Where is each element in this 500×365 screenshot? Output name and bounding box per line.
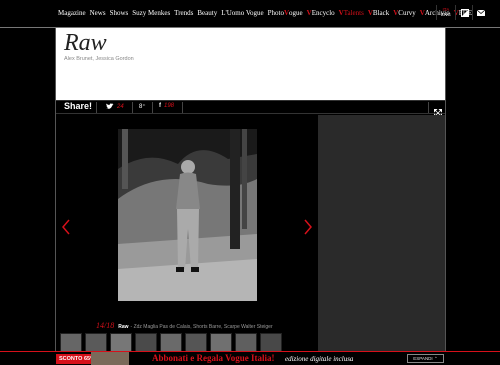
nav-divider [472,5,473,20]
share-divider [132,102,133,113]
chevron-up-icon: ⌃ [433,356,438,361]
next-arrow-icon[interactable] [304,219,312,235]
gallery-panel: Raw Alex Brunet, Jessica Gordon Share! 2… [55,28,446,365]
gallery-photo[interactable] [118,129,257,301]
title-box: Raw Alex Brunet, Jessica Gordon [56,28,445,100]
gplus-share-button[interactable]: 8⁺ [139,103,146,110]
facebook-count: 198 [164,103,175,109]
nav-item-news[interactable]: News [90,9,106,17]
share-divider [182,102,183,113]
nav-divider [455,5,456,20]
nav-menu: Magazine News Shows Suzy Menkes Trends B… [58,9,472,17]
nav-item-vblack[interactable]: VBlack [368,9,389,17]
contrast-icon[interactable] [461,9,469,17]
share-divider [428,102,429,113]
promo-subtext: edizione digitale inclusa [285,355,354,363]
facebook-share-button[interactable]: f 198 [159,103,174,109]
fullscreen-icon[interactable] [433,104,443,118]
nav-item-vencyclo[interactable]: VEncyclo [307,9,335,17]
facebook-icon: f [159,103,161,109]
image-viewer: 14/18 Raw - Zdz Maglia Pas de Calais, Shor… [56,115,318,361]
nav-item-beauty[interactable]: Beauty [197,9,217,17]
share-label: Share! [64,101,93,111]
twitter-icon [106,103,114,109]
expand-button-label: ESPANDI [413,356,433,361]
nav-divider [436,5,437,20]
nav-item-vtalents[interactable]: VTalents [339,9,364,17]
gplus-icon: 8⁺ [139,104,146,110]
expand-banner-button[interactable]: ESPANDI ⌃ [407,354,444,363]
nav-item-magazine[interactable]: Magazine [58,9,86,17]
nav-item-vcurvy[interactable]: VCurvy [393,9,416,17]
ad-sidebar [318,115,445,361]
page-title: Raw [64,30,107,56]
nav-item-luomo-vogue[interactable]: L'Uomo Vogue [221,9,263,17]
photo-counter: 14/18 [96,321,115,330]
photo-caption: 14/18 Raw - Zdz Maglia Pas de Calais, Shor… [96,321,273,330]
mail-icon[interactable] [477,9,485,17]
prev-arrow-icon[interactable] [62,219,70,235]
share-divider [152,102,153,113]
nav-item-photovogue[interactable]: PhotoVogue [268,9,303,17]
subscription-banner[interactable]: SCONTO 65% Abbonati e Regala Vogue Itali… [0,351,500,365]
language-switcher[interactable]: ITA ENG [441,7,451,17]
nav-item-trends[interactable]: Trends [174,9,193,17]
twitter-share-button[interactable]: 24 [106,103,124,110]
nav-item-shows[interactable]: Shows [110,9,129,17]
magazine-cover-image [91,352,129,365]
caption-title: Raw [118,324,129,330]
caption-text: - Zdz Maglia Pas de Calais, Shorts Barre… [130,324,273,330]
promo-headline[interactable]: Abbonati e Regala Vogue Italia! [152,353,275,363]
nav-item-suzy-menkes[interactable]: Suzy Menkes [132,9,170,17]
share-divider [96,102,97,113]
twitter-count: 24 [117,103,124,110]
share-bar: Share! 24 8⁺ f 198 [56,100,445,118]
top-navigation: Magazine News Shows Suzy Menkes Trends B… [0,0,500,26]
lang-eng[interactable]: ENG [441,12,451,17]
photo-credits: Alex Brunet, Jessica Gordon [64,56,134,62]
